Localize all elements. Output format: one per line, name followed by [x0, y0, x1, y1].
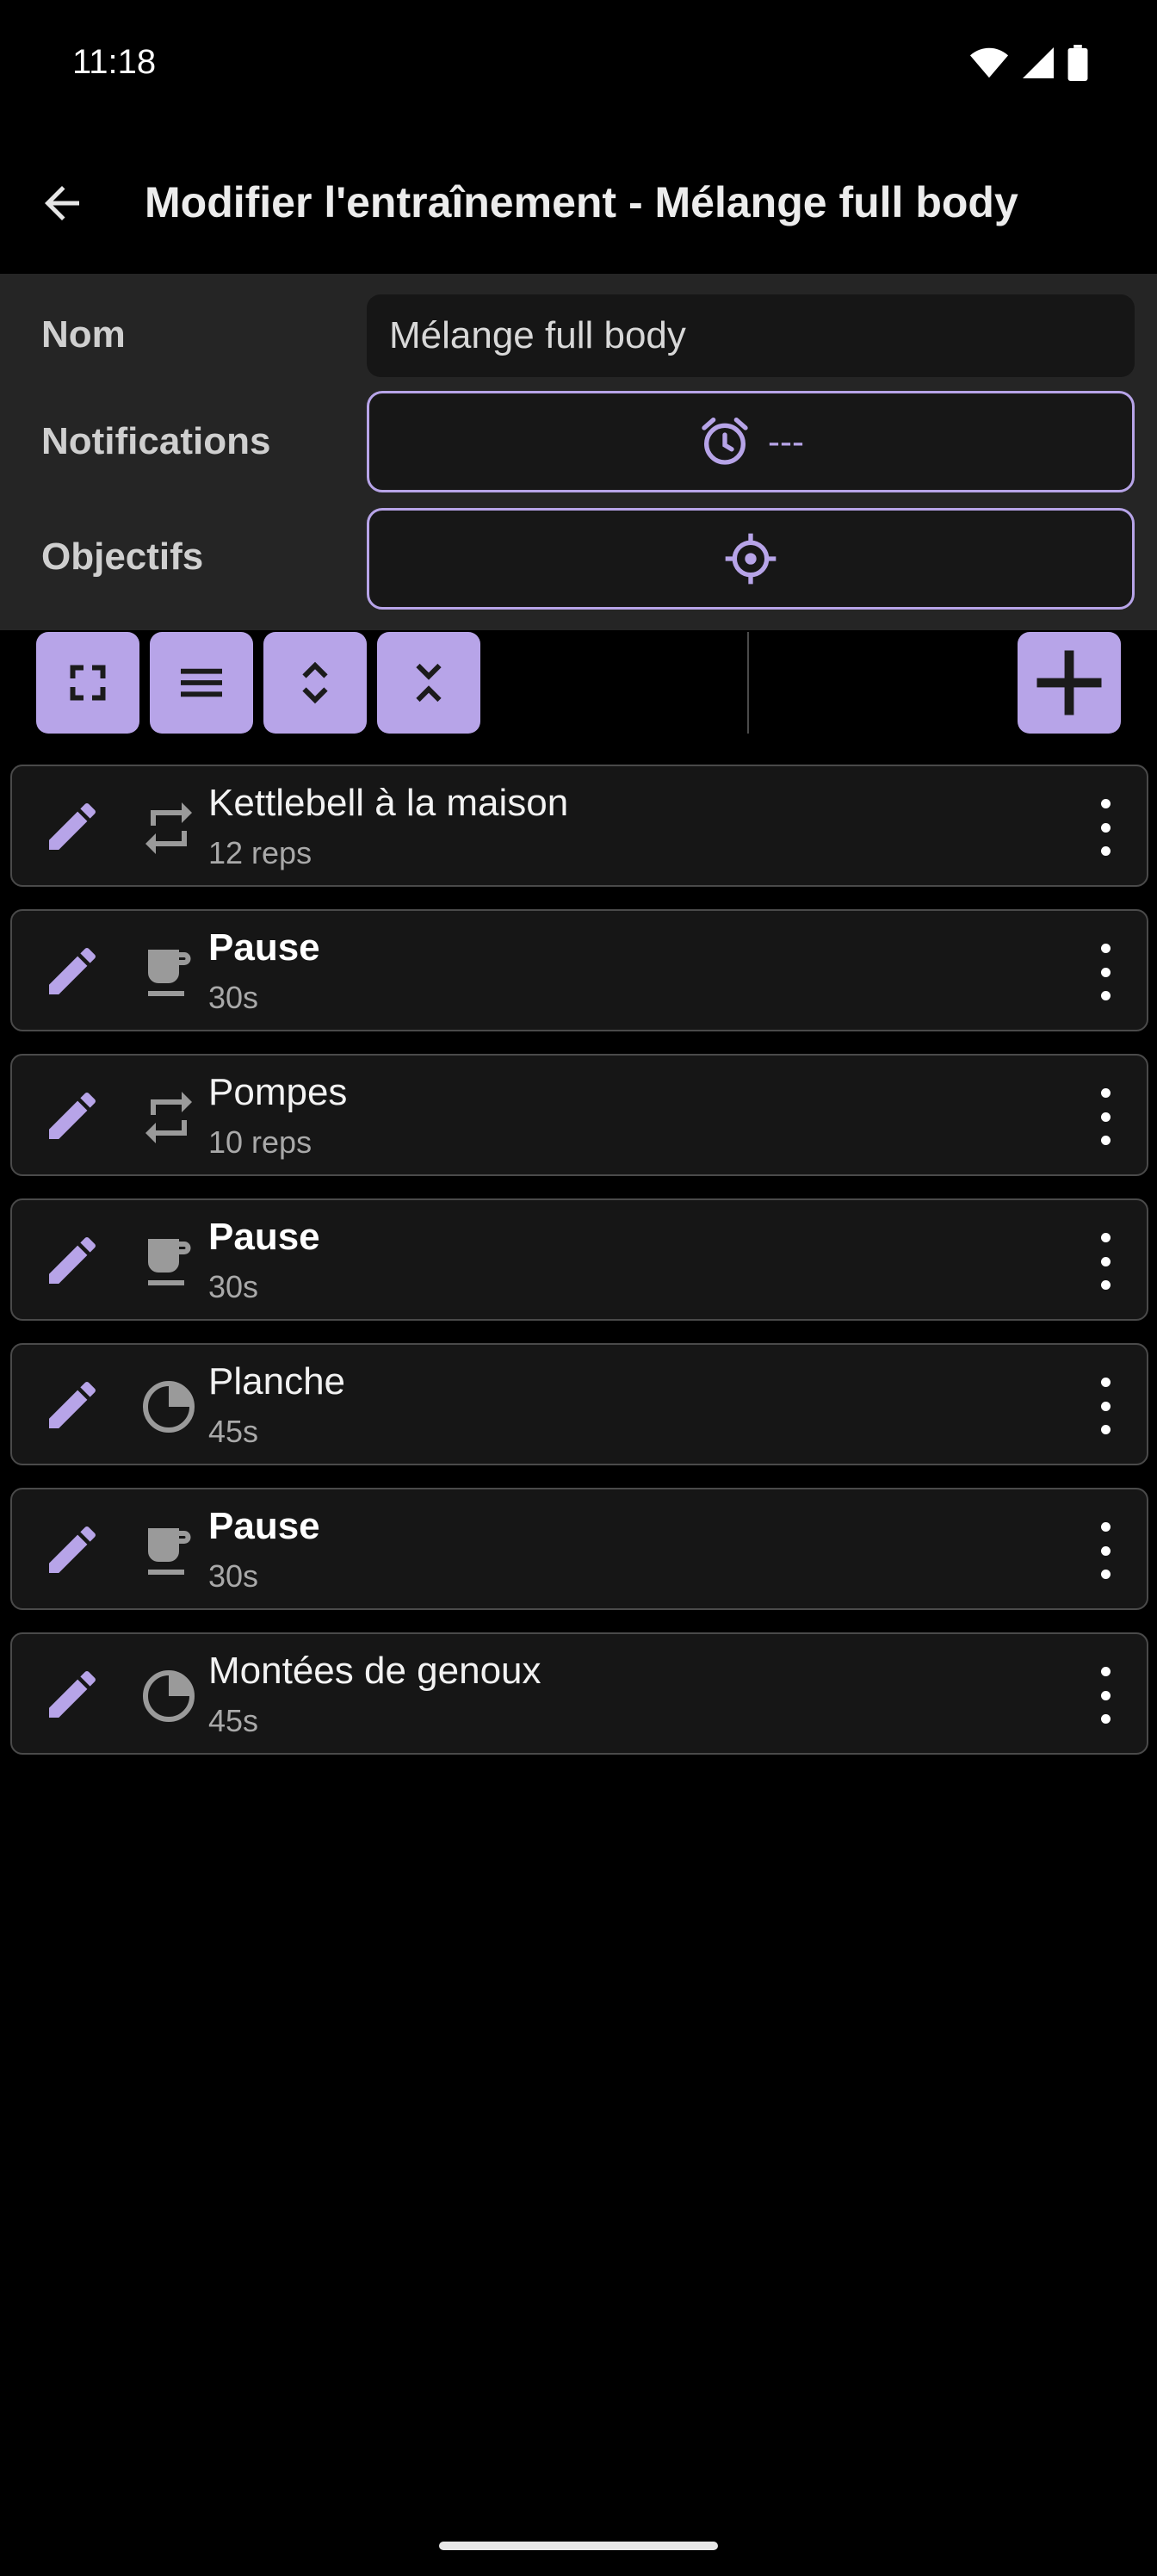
exercise-detail: 30s — [208, 1558, 259, 1594]
more-vert-icon[interactable] — [1088, 1667, 1123, 1724]
notifications-value: --- — [768, 421, 804, 461]
pencil-icon[interactable] — [41, 940, 103, 1002]
more-vert-icon[interactable] — [1088, 1522, 1123, 1579]
coffee-cup-icon — [148, 950, 191, 996]
list-toolbar — [0, 630, 1157, 734]
unfold-more-icon — [302, 661, 328, 704]
alarm-clock-icon — [702, 418, 748, 465]
cellular-signal-icon — [1023, 47, 1054, 78]
goals-label: Objectifs — [41, 536, 204, 578]
pencil-icon[interactable] — [41, 1663, 103, 1725]
list-item[interactable]: Pause 30s — [10, 909, 1148, 1031]
home-indicator[interactable] — [439, 2542, 718, 2550]
exercise-detail: 30s — [208, 980, 259, 1015]
page-title: Modifier l'entraînement - Mélange full b… — [145, 178, 1018, 226]
exercise-title: Pause — [208, 1505, 320, 1547]
timer-icon — [143, 1381, 195, 1433]
exercise-title: Kettlebell à la maison — [208, 782, 569, 824]
add-exercise-button[interactable] — [1018, 632, 1121, 734]
name-input[interactable]: Mélange full body — [367, 294, 1135, 377]
status-bar: 11:18 — [0, 0, 1157, 129]
unfold-less-icon — [416, 663, 442, 703]
status-icons — [969, 45, 1088, 81]
repeat-icon — [145, 1092, 192, 1143]
pencil-icon[interactable] — [41, 1085, 103, 1147]
list-item[interactable]: Pause 30s — [10, 1198, 1148, 1321]
goals-button[interactable] — [367, 508, 1135, 610]
exercise-detail: 45s — [208, 1703, 259, 1738]
crosshair-icon — [725, 533, 776, 585]
pencil-icon[interactable] — [41, 1374, 103, 1436]
exercise-detail: 10 reps — [208, 1124, 312, 1160]
list-item[interactable]: Pause 30s — [10, 1488, 1148, 1610]
list-item[interactable]: Planche 45s — [10, 1343, 1148, 1465]
pencil-icon[interactable] — [41, 796, 103, 858]
more-vert-icon[interactable] — [1088, 1378, 1123, 1434]
notifications-button[interactable]: --- — [367, 391, 1135, 492]
fold-button[interactable] — [377, 632, 480, 734]
status-time: 11:18 — [72, 43, 157, 81]
more-vert-icon[interactable] — [1088, 799, 1123, 856]
timer-icon — [143, 1670, 195, 1722]
wifi-icon — [969, 47, 1009, 78]
exercise-title: Planche — [208, 1360, 346, 1403]
fullscreen-button[interactable] — [36, 632, 139, 734]
exercise-title: Pompes — [208, 1071, 348, 1113]
coffee-cup-icon — [148, 1528, 191, 1575]
more-vert-icon[interactable] — [1088, 944, 1123, 1000]
exercise-detail: 45s — [208, 1414, 259, 1449]
arrow-back-icon — [45, 186, 79, 220]
list-view-button[interactable] — [150, 632, 253, 734]
pencil-icon[interactable] — [41, 1519, 103, 1581]
list-item[interactable]: Pompes 10 reps — [10, 1054, 1148, 1176]
menu-lines-icon — [181, 668, 222, 697]
notifications-label: Notifications — [41, 420, 271, 462]
toolbar-divider — [747, 632, 749, 734]
plus-icon — [1036, 650, 1102, 715]
more-vert-icon[interactable] — [1088, 1088, 1123, 1145]
workout-settings-panel: Nom Mélange full body Notifications --- … — [0, 274, 1157, 630]
list-item[interactable]: Kettlebell à la maison 12 reps — [10, 765, 1148, 887]
exercise-title: Pause — [208, 1216, 320, 1258]
exercise-title: Montées de genoux — [208, 1650, 541, 1692]
exercise-detail: 12 reps — [208, 835, 312, 870]
name-label: Nom — [41, 313, 126, 356]
coffee-cup-icon — [148, 1239, 191, 1285]
repeat-icon — [145, 802, 192, 854]
battery-icon — [1067, 45, 1088, 81]
back-button[interactable] — [31, 172, 93, 234]
unfold-button[interactable] — [263, 632, 367, 734]
exercise-detail: 30s — [208, 1269, 259, 1304]
list-item[interactable]: Montées de genoux 45s — [10, 1632, 1148, 1755]
app-bar: Modifier l'entraînement - Mélange full b… — [0, 129, 1157, 274]
more-vert-icon[interactable] — [1088, 1233, 1123, 1290]
fullscreen-icon — [70, 665, 106, 701]
exercise-title: Pause — [208, 926, 320, 969]
pencil-icon[interactable] — [41, 1229, 103, 1291]
